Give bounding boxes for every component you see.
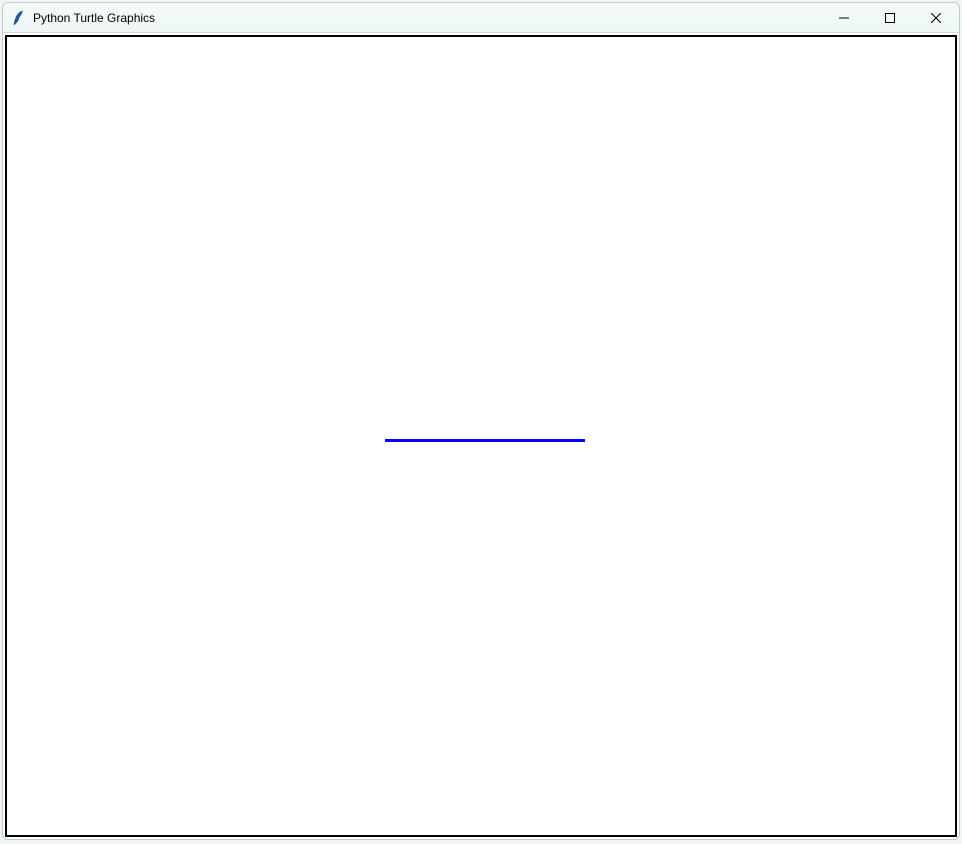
titlebar-left: Python Turtle Graphics: [11, 10, 155, 26]
titlebar[interactable]: Python Turtle Graphics: [3, 3, 959, 33]
close-button[interactable]: [913, 3, 959, 32]
close-icon: [931, 13, 941, 23]
minimize-icon: [839, 13, 849, 23]
app-window: Python Turtle Graphics: [2, 2, 960, 840]
feather-icon: [11, 10, 27, 26]
turtle-canvas[interactable]: [5, 35, 957, 837]
maximize-icon: [885, 13, 895, 23]
turtle-drawn-line: [385, 439, 585, 442]
window-controls: [821, 3, 959, 32]
maximize-button[interactable]: [867, 3, 913, 32]
window-title: Python Turtle Graphics: [33, 11, 155, 25]
minimize-button[interactable]: [821, 3, 867, 32]
